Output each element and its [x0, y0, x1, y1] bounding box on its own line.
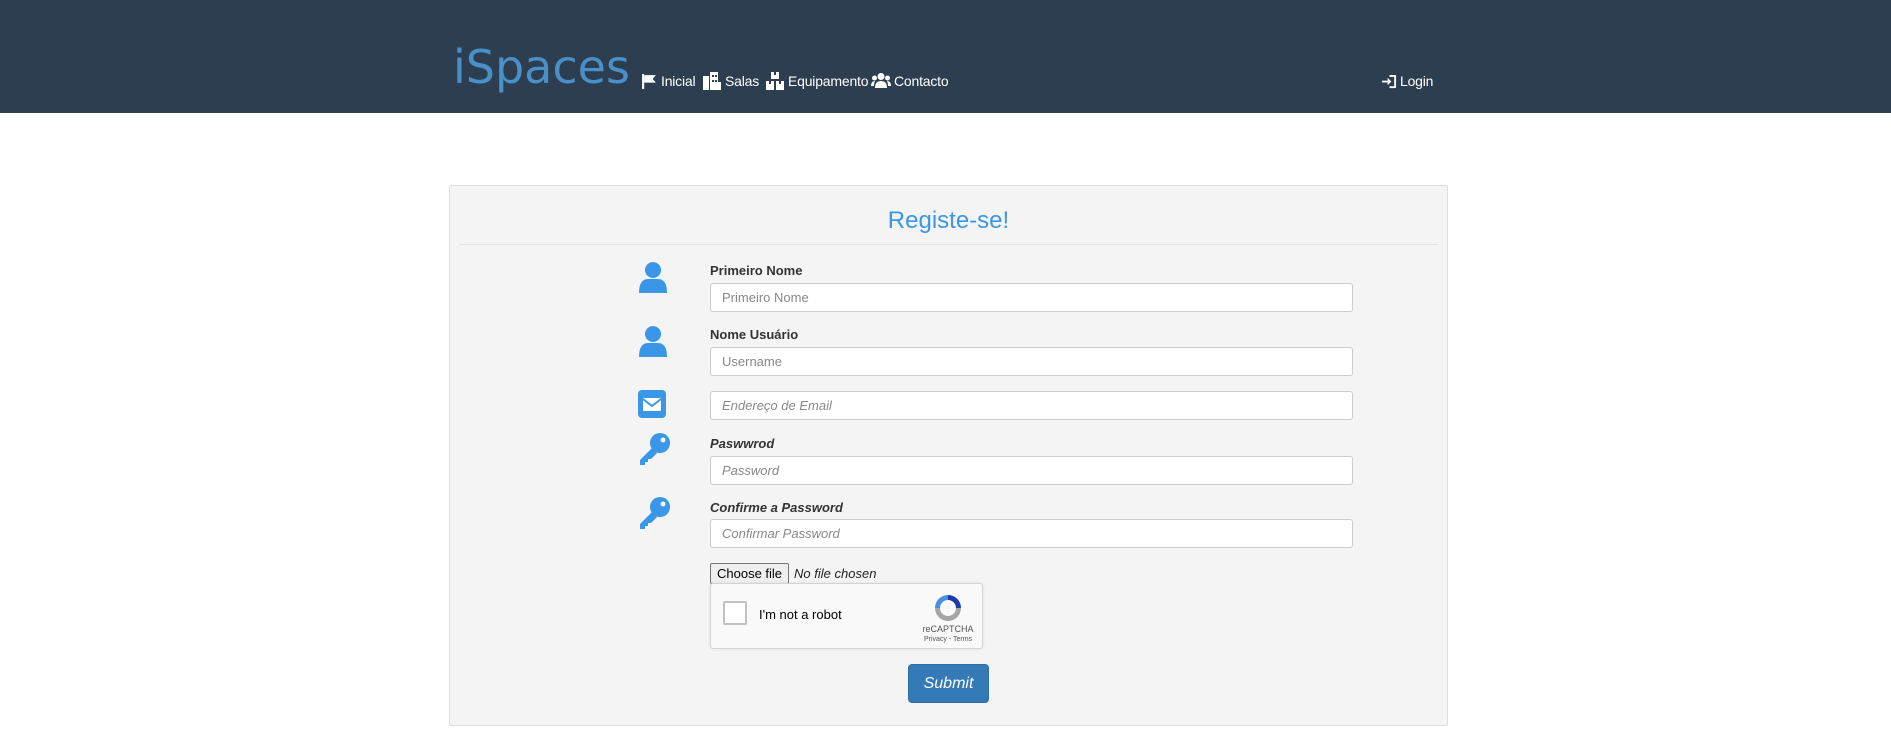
nav-item-inicial[interactable]: Inicial [641, 70, 696, 92]
sign-in-icon [1382, 74, 1397, 88]
nav-label: Salas [725, 73, 760, 89]
user-icon [639, 262, 667, 293]
building-icon [703, 72, 721, 90]
file-status: No file chosen [794, 565, 877, 581]
envelope-icon [638, 390, 666, 418]
confirm-password-label: Confirme a Password [710, 500, 843, 515]
recaptcha-label: I'm not a robot [759, 607, 842, 622]
password-input[interactable] [710, 456, 1353, 485]
submit-button[interactable]: Submit [908, 664, 989, 703]
first-name-input[interactable] [710, 283, 1353, 312]
nav-item-salas[interactable]: Salas [702, 70, 759, 92]
divider [459, 244, 1438, 245]
user-icon [639, 326, 667, 357]
recaptcha-brand: reCAPTCHA [922, 624, 974, 634]
recaptcha-checkbox[interactable] [723, 601, 747, 625]
nav-item-equipamento[interactable]: Equipamento [765, 70, 869, 92]
flag-icon [642, 73, 656, 89]
username-input[interactable] [710, 347, 1353, 376]
panel-title: Registe-se! [887, 207, 1010, 234]
nav-label: Login [1400, 73, 1434, 89]
users-icon [871, 73, 891, 88]
file-upload: Choose file No file chosen [710, 562, 876, 584]
first-name-label: Primeiro Nome [710, 263, 803, 278]
recaptcha-logo-icon [935, 595, 961, 621]
brand-logo[interactable]: iSpaces [453, 42, 630, 92]
confirm-password-input[interactable] [710, 519, 1353, 548]
register-panel: Registe-se! Primeiro Nome Nome Usuário P… [449, 185, 1448, 726]
nav-label: Contacto [894, 73, 949, 89]
cubes-icon [766, 72, 784, 90]
key-icon [640, 497, 670, 529]
nav-label: Equipamento [788, 73, 869, 89]
choose-file-button[interactable]: Choose file [710, 562, 790, 584]
key-icon [640, 433, 670, 465]
nav-item-contacto[interactable]: Contacto [871, 70, 949, 92]
password-label: Paswwrod [710, 436, 775, 451]
recaptcha-links[interactable]: Privacy - Terms [918, 636, 978, 643]
username-label: Nome Usuário [710, 327, 799, 342]
nav-label: Inicial [661, 73, 696, 89]
top-navbar: iSpaces Inicial Salas Equipamento Contac… [0, 0, 1891, 113]
email-input[interactable] [710, 391, 1353, 420]
nav-item-login[interactable]: Login [1382, 70, 1433, 92]
recaptcha-widget: I'm not a robot reCAPTCHA Privacy - Term… [710, 583, 983, 649]
